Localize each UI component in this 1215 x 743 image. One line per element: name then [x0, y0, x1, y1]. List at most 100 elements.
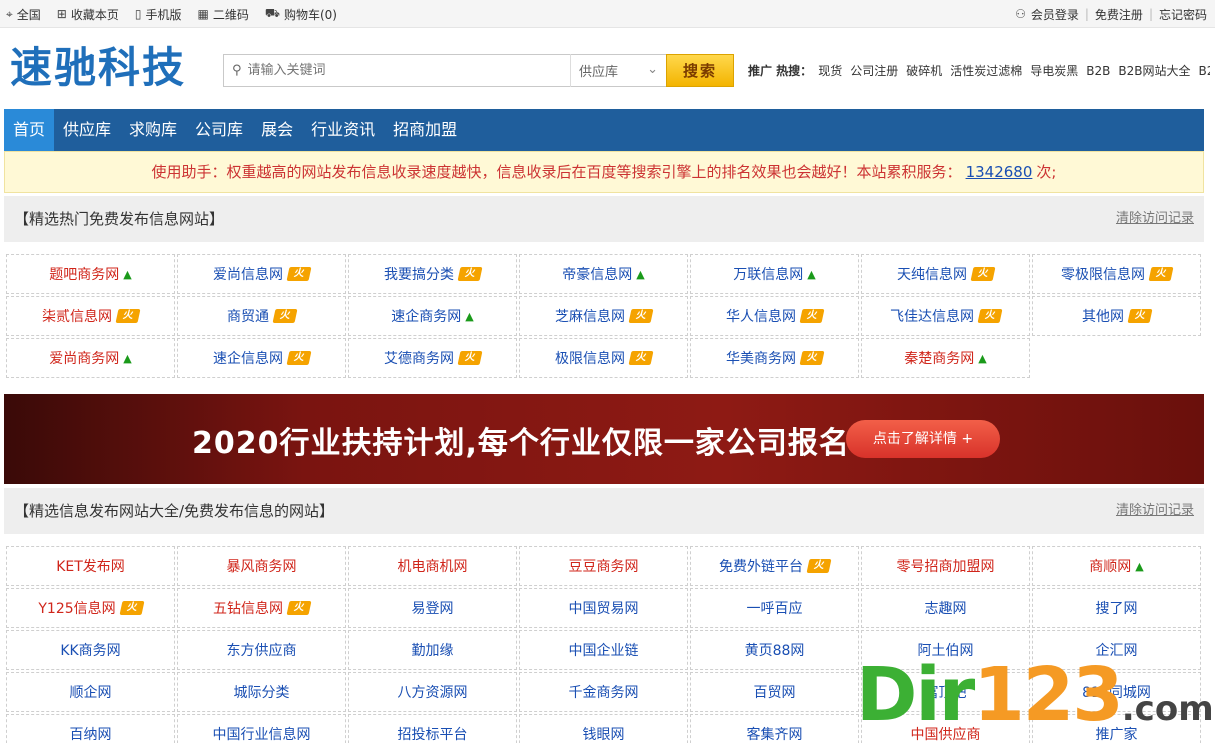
site-link-cell[interactable]: 商贸通火 [177, 296, 346, 336]
service-count-link[interactable]: 1342680 [966, 163, 1033, 181]
nav-item[interactable]: 供应库 [54, 109, 120, 151]
site-link-cell[interactable]: 中国企业链 [519, 630, 688, 670]
site-link-cell[interactable]: 华人信息网火 [690, 296, 859, 336]
site-link-label: 速企商务网 [391, 309, 462, 325]
cart-icon: ⛟ [264, 6, 280, 20]
clear-history-link[interactable]: 清除访问记录 [1116, 488, 1194, 534]
login-link[interactable]: 会员登录 [1031, 6, 1079, 23]
site-link-label: 中国行业信息网 [212, 727, 311, 743]
site-link-cell[interactable]: 爱尚商务网 ▲ [6, 338, 175, 378]
banner-cta-button[interactable]: 点击了解详情 + [846, 420, 1000, 458]
site-link-cell[interactable]: 顺企网 [6, 672, 175, 712]
site-link-cell[interactable]: 机电商机网 [348, 546, 517, 586]
nav-item[interactable]: 公司库 [186, 109, 252, 151]
nav-item[interactable]: 首页 [4, 109, 55, 151]
site-link-cell[interactable]: 招投标平台 [348, 714, 517, 743]
nav-item[interactable]: 招商加盟 [384, 109, 466, 151]
top-bar-link-label: 购物车(0) [283, 7, 337, 22]
hot-search-word[interactable]: B2 [1198, 64, 1210, 78]
clear-history-link[interactable]: 清除访问记录 [1116, 196, 1194, 242]
site-link-cell[interactable]: 其他网火 [1032, 296, 1201, 336]
site-link-cell[interactable]: 题吧商务网 ▲ [6, 254, 175, 294]
site-link-cell[interactable]: 免费外链平台火 [690, 546, 859, 586]
top-bar-link-label: 全国 [16, 7, 41, 22]
hot-search-word[interactable]: 导电炭黑 [1030, 62, 1078, 79]
arrow-up-icon: ▲ [1135, 559, 1144, 573]
site-link-cell[interactable]: 五钻信息网火 [177, 588, 346, 628]
site-link-cell[interactable]: 秦楚商务网 ▲ [861, 338, 1030, 378]
nav-item[interactable]: 展会 [252, 109, 302, 151]
top-bar-link[interactable]: ⊞ 收藏本页 [57, 6, 119, 23]
nav-item[interactable]: 求购库 [120, 109, 186, 151]
site-link-cell[interactable]: 易登网 [348, 588, 517, 628]
search-button[interactable]: 搜索 [666, 54, 734, 87]
search-category-value: 供应库 [579, 65, 619, 80]
search-category-select[interactable]: 供应库 ⌄ [570, 54, 666, 87]
site-link-cell[interactable]: KK商务网 [6, 630, 175, 670]
promo-banner[interactable]: 2020行业扶持计划,每个行业仅限一家公司报名 点击了解详情 + [4, 394, 1204, 484]
nav-item[interactable]: 行业资讯 [302, 109, 384, 151]
site-link-cell[interactable]: KET发布网 [6, 546, 175, 586]
site-link-label: 东方供应商 [226, 643, 297, 659]
site-link-cell[interactable]: 暴风商务网 [177, 546, 346, 586]
site-link-cell[interactable]: 客集齐网 [690, 714, 859, 743]
top-bar-link[interactable]: ⌖ 全国 [6, 6, 41, 23]
site-link-cell[interactable]: 东方供应商 [177, 630, 346, 670]
site-link-label: 八方资源网 [397, 685, 468, 701]
hot-search-word[interactable]: B2B [1086, 64, 1110, 78]
site-link-cell[interactable]: 零极限信息网火 [1032, 254, 1201, 294]
site-logo[interactable]: 速驰科技 [10, 40, 186, 96]
site-link-label: 商贸通 [227, 309, 269, 325]
site-link-cell[interactable]: 艾德商务网火 [348, 338, 517, 378]
top-bar-link[interactable]: ▦ 二维码 [197, 6, 248, 23]
site-link-label: 中国贸易网 [568, 601, 639, 617]
site-link-cell[interactable]: 钱眼网 [519, 714, 688, 743]
site-link-cell[interactable]: 我要搞分类火 [348, 254, 517, 294]
site-link-cell[interactable]: 城际分类 [177, 672, 346, 712]
hot-search-word[interactable]: 活性炭过滤棉 [950, 62, 1022, 79]
site-link-label: 豆豆商务网 [568, 559, 639, 575]
hot-badge-icon: 火 [628, 309, 654, 323]
site-link-cell[interactable]: 志趣网 [861, 588, 1030, 628]
site-link-cell[interactable]: 八方资源网 [348, 672, 517, 712]
site-link-cell[interactable]: 帝豪信息网 ▲ [519, 254, 688, 294]
site-link-cell[interactable]: 商顺网 ▲ [1032, 546, 1201, 586]
site-link-cell[interactable]: 极限信息网火 [519, 338, 688, 378]
site-link-cell[interactable]: 飞佳达信息网火 [861, 296, 1030, 336]
top-bar-link[interactable]: ▯ 手机版 [135, 6, 182, 23]
forgot-password-link[interactable]: 忘记密码 [1159, 6, 1207, 23]
hot-search-word[interactable]: 公司注册 [850, 62, 898, 79]
site-link-cell[interactable]: Y125信息网火 [6, 588, 175, 628]
site-link-label: 天纯信息网 [897, 267, 967, 283]
top-bar-link[interactable]: ⛟ 购物车(0) [265, 6, 337, 23]
site-link-cell[interactable]: 百贸网 [690, 672, 859, 712]
site-link-label: 芝麻信息网 [555, 309, 625, 325]
site-link-cell[interactable]: 华美商务网火 [690, 338, 859, 378]
hot-badge-icon: 火 [806, 559, 832, 573]
hot-search-word[interactable]: B2B网站大全 [1118, 62, 1190, 79]
site-link-label: 暴风商务网 [226, 559, 297, 575]
site-link-cell[interactable]: 零号招商加盟网 [861, 546, 1030, 586]
site-link-cell[interactable]: 速企商务网 ▲ [348, 296, 517, 336]
site-link-cell[interactable]: 速企信息网火 [177, 338, 346, 378]
site-link-cell[interactable]: 中国贸易网 [519, 588, 688, 628]
hot-search-word[interactable]: 破碎机 [906, 62, 942, 79]
site-link-cell[interactable]: 勤加缘 [348, 630, 517, 670]
site-link-cell[interactable]: 一呼百应 [690, 588, 859, 628]
hot-search-word[interactable]: 现货 [818, 62, 842, 79]
site-link-cell[interactable]: 黄页88网 [690, 630, 859, 670]
site-link-cell[interactable]: 芝麻信息网火 [519, 296, 688, 336]
site-link-cell[interactable]: 搜了网 [1032, 588, 1201, 628]
site-link-label: 顺企网 [69, 685, 112, 701]
site-link-cell[interactable]: 天纯信息网火 [861, 254, 1030, 294]
site-link-cell[interactable]: 万联信息网 ▲ [690, 254, 859, 294]
site-link-cell[interactable]: 豆豆商务网 [519, 546, 688, 586]
search-input[interactable] [241, 55, 562, 86]
site-link-cell[interactable]: 柒贰信息网火 [6, 296, 175, 336]
site-link-label: 百贸网 [753, 685, 796, 701]
register-link[interactable]: 免费注册 [1095, 6, 1143, 23]
site-link-cell[interactable]: 千金商务网 [519, 672, 688, 712]
site-link-cell[interactable]: 爱尚信息网火 [177, 254, 346, 294]
site-link-cell[interactable]: 百纳网 [6, 714, 175, 743]
site-link-cell[interactable]: 中国行业信息网 [177, 714, 346, 743]
